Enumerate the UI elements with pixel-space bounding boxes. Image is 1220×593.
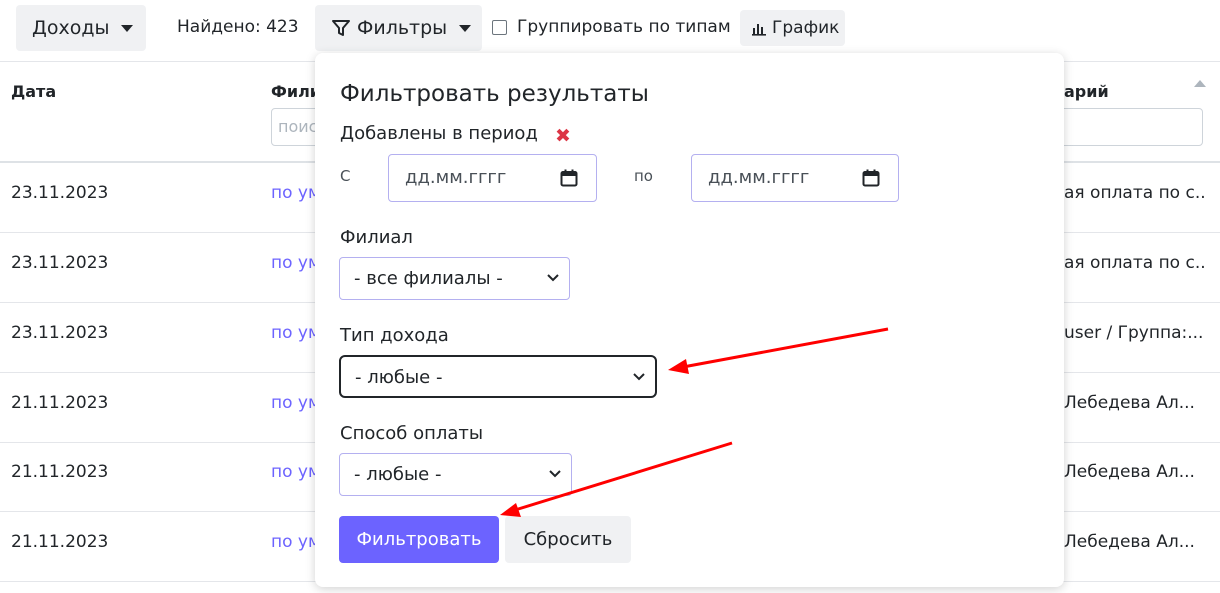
cell-branch-link[interactable]: по ум — [271, 323, 315, 343]
date-to-placeholder: дд.мм.гггг — [708, 167, 810, 188]
branch-select-value: - все филиалы - — [354, 268, 503, 289]
column-header-comment[interactable]: арий — [1064, 82, 1109, 101]
column-header-branch[interactable]: Фили — [271, 82, 321, 101]
cell-date: 23.11.2023 — [11, 183, 109, 203]
funnel-icon — [332, 20, 350, 36]
period-label: Добавлены в период — [340, 123, 538, 144]
cell-branch-link[interactable]: по ум — [271, 532, 315, 552]
chart-button[interactable]: График — [740, 10, 845, 46]
comment-search-input[interactable] — [1050, 108, 1203, 146]
chevron-down-icon — [547, 274, 559, 282]
found-count: Найдено: 423 — [177, 17, 299, 37]
income-dropdown-label: Доходы — [32, 17, 110, 39]
apply-filter-button[interactable]: Фильтровать — [339, 516, 499, 563]
chart-label: График — [772, 18, 840, 38]
filters-button[interactable]: Фильтры — [315, 5, 482, 51]
cell-comment: Лебедева Ал... — [1064, 532, 1195, 552]
date-from-placeholder: дд.мм.гггг — [405, 167, 507, 188]
cell-branch-link[interactable]: по ум — [271, 253, 315, 273]
income-dropdown-button[interactable]: Доходы — [16, 5, 146, 51]
column-header-date[interactable]: Дата — [11, 82, 56, 101]
cell-date: 21.11.2023 — [11, 532, 109, 552]
cell-date: 23.11.2023 — [11, 323, 109, 343]
chevron-down-icon — [633, 373, 645, 381]
cell-comment: Лебедева Ал... — [1064, 393, 1195, 413]
reset-filter-button[interactable]: Сбросить — [505, 516, 631, 563]
payment-method-select-value: - любые - — [354, 464, 442, 485]
sort-up-icon[interactable] — [1194, 80, 1206, 87]
branch-label: Филиал — [340, 227, 413, 248]
cell-comment: Лебедева Ал... — [1064, 462, 1195, 482]
bar-chart-icon — [752, 24, 766, 36]
branch-select[interactable]: - все филиалы - — [339, 257, 570, 300]
caret-down-icon — [121, 24, 134, 32]
chevron-down-icon — [549, 470, 561, 478]
remove-period-icon[interactable]: ✖ — [555, 125, 571, 147]
income-type-label: Тип дохода — [340, 325, 449, 346]
payment-method-select[interactable]: - любые - — [339, 453, 572, 496]
caret-down-icon — [459, 24, 472, 32]
cell-comment: user / Группа:... — [1064, 323, 1204, 343]
filter-popover: Фильтровать результаты Добавлены в перио… — [315, 53, 1064, 587]
cell-comment: ая оплата по с... — [1064, 183, 1204, 203]
calendar-icon[interactable] — [862, 169, 880, 187]
income-type-select[interactable]: - любые - — [339, 355, 657, 398]
date-to-label: по — [634, 167, 653, 185]
date-to-input[interactable]: дд.мм.гггг — [691, 154, 899, 202]
cell-branch-link[interactable]: по ум — [271, 183, 315, 203]
apply-filter-label: Фильтровать — [356, 529, 482, 550]
calendar-icon[interactable] — [560, 169, 578, 187]
cell-date: 23.11.2023 — [11, 253, 109, 273]
cell-date: 21.11.2023 — [11, 462, 109, 482]
date-from-label: С — [340, 167, 351, 185]
group-by-type-label[interactable]: Группировать по типам — [517, 17, 731, 37]
payment-method-label: Способ оплаты — [340, 423, 484, 444]
cell-branch-link[interactable]: по ум — [271, 393, 315, 413]
cell-branch-link[interactable]: по ум — [271, 462, 315, 482]
date-from-input[interactable]: дд.мм.гггг — [388, 154, 597, 202]
income-type-select-value: - любые - — [355, 367, 443, 388]
group-by-type-checkbox[interactable] — [492, 20, 507, 35]
cell-comment: ая оплата по с... — [1064, 253, 1204, 273]
cell-date: 21.11.2023 — [11, 393, 109, 413]
filters-label: Фильтры — [357, 17, 448, 39]
popover-title: Фильтровать результаты — [340, 81, 649, 107]
reset-filter-label: Сбросить — [523, 529, 613, 550]
